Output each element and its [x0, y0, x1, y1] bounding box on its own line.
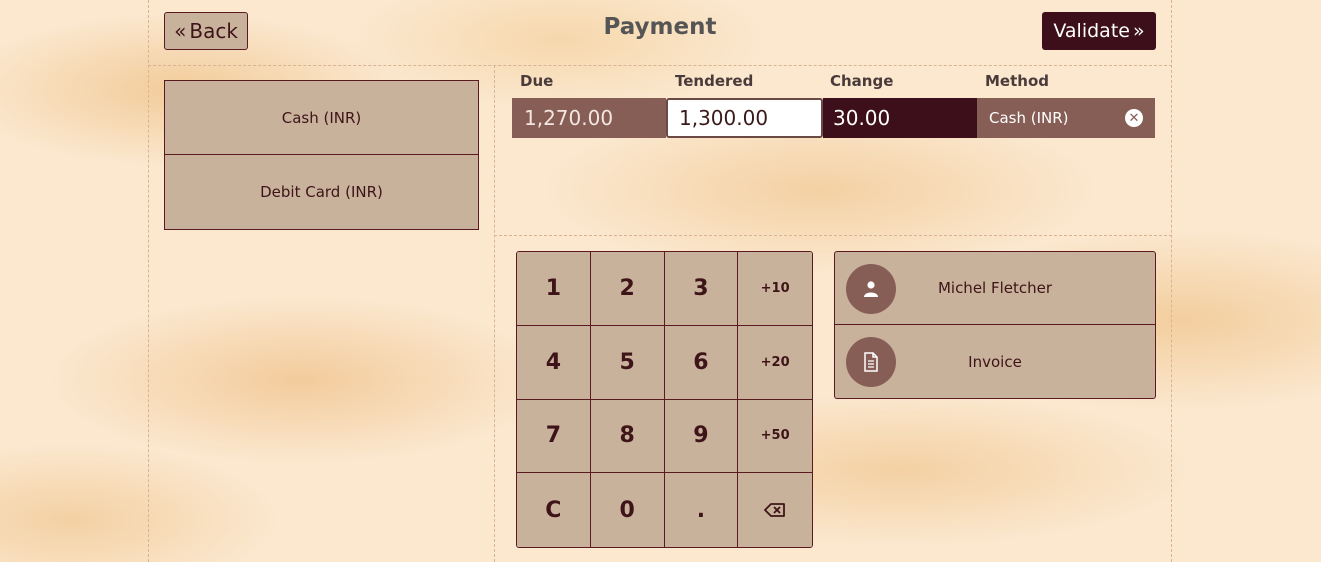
- numpad-key-7[interactable]: 7: [517, 399, 591, 474]
- payment-method-label: Debit Card (INR): [260, 183, 383, 201]
- header-tendered: Tendered: [675, 72, 754, 90]
- customer-name: Michel Fletcher: [937, 279, 1053, 297]
- user-icon: [846, 264, 896, 314]
- paymentlines-divider: [494, 235, 1172, 236]
- numpad-key-0[interactable]: 0: [590, 473, 665, 547]
- numpad-key-plus10[interactable]: +10: [738, 252, 812, 326]
- right-divider: [1171, 0, 1172, 562]
- numpad-key-2[interactable]: 2: [590, 252, 665, 326]
- payment-method-debit-card[interactable]: Debit Card (INR): [164, 155, 479, 230]
- backspace-icon: [764, 503, 786, 518]
- payment-method-label: Cash (INR): [281, 108, 362, 127]
- tendered-input[interactable]: 1,300.00: [666, 98, 823, 138]
- numpad-key-clear[interactable]: C: [517, 473, 591, 547]
- page-title: Payment: [603, 14, 717, 40]
- numpad-key-backspace[interactable]: [738, 473, 812, 547]
- numpad-key-plus50[interactable]: +50: [738, 399, 812, 474]
- numpad-key-3[interactable]: 3: [664, 252, 739, 326]
- validate-label: Validate: [1053, 20, 1130, 42]
- header-method: Method: [985, 72, 1049, 90]
- double-chevron-right-icon: »: [1132, 20, 1145, 42]
- back-label: Back: [189, 19, 238, 43]
- invoice-label: Invoice: [968, 352, 1022, 371]
- paymentline-row: 1,270.00 1,300.00 30.00 Cash (INR) ✕: [512, 98, 1155, 138]
- header-due: Due: [520, 72, 554, 90]
- numpad-key-5[interactable]: 5: [590, 325, 665, 400]
- left-divider: [148, 0, 149, 562]
- header-divider: [148, 65, 1172, 66]
- numpad-key-1[interactable]: 1: [517, 252, 591, 326]
- paymentline-method-label: Cash (INR): [989, 109, 1069, 127]
- back-button[interactable]: « Back: [164, 12, 248, 50]
- numpad-key-plus20[interactable]: +20: [738, 325, 812, 400]
- due-amount: 1,270.00: [512, 98, 666, 138]
- numpad-key-dot[interactable]: .: [664, 473, 739, 547]
- numpad: 1 2 3 +10 4 5 6 +20 7 8 9 +50 C 0 .: [516, 251, 813, 548]
- numpad-key-9[interactable]: 9: [664, 399, 739, 474]
- extras-panel: Michel Fletcher Invoice: [834, 251, 1156, 399]
- document-icon: [846, 337, 896, 387]
- delete-circle-icon[interactable]: ✕: [1125, 109, 1143, 127]
- customer-button[interactable]: Michel Fletcher: [834, 251, 1156, 325]
- paymentline-method[interactable]: Cash (INR) ✕: [977, 98, 1155, 138]
- payment-method-cash[interactable]: Cash (INR): [164, 80, 479, 155]
- change-amount: 30.00: [823, 98, 977, 138]
- invoice-button[interactable]: Invoice: [834, 325, 1156, 399]
- center-divider: [494, 65, 495, 562]
- double-chevron-left-icon: «: [174, 19, 187, 43]
- numpad-key-4[interactable]: 4: [517, 325, 591, 400]
- numpad-key-8[interactable]: 8: [590, 399, 665, 474]
- numpad-key-6[interactable]: 6: [664, 325, 739, 400]
- header-change: Change: [830, 72, 894, 90]
- payment-methods-list: Cash (INR) Debit Card (INR): [164, 80, 479, 230]
- validate-button[interactable]: Validate »: [1042, 12, 1156, 50]
